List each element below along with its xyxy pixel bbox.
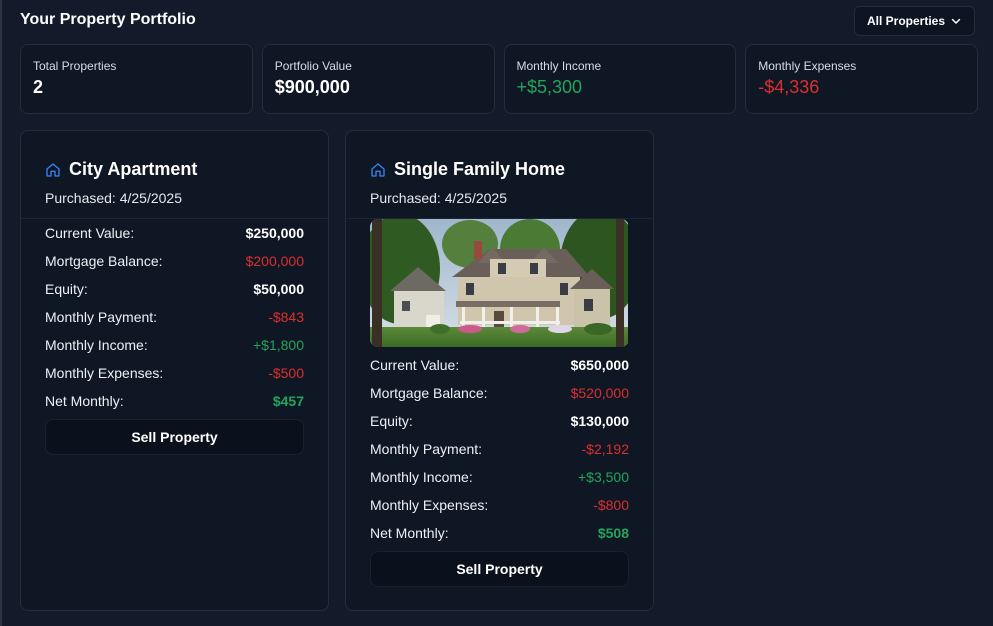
detail-value: -$843 (268, 309, 304, 325)
chevron-down-icon (951, 18, 961, 24)
stats-row: Total Properties 2 Portfolio Value $900,… (20, 44, 978, 114)
stat-value: 2 (33, 77, 44, 97)
home-icon (371, 162, 385, 177)
stat-value: +$5,300 (516, 77, 583, 97)
detail-label: Monthly Expenses: (45, 365, 164, 381)
detail-row: Mortgage Balance: $520,000 (370, 379, 629, 407)
detail-label: Monthly Expenses: (370, 497, 489, 513)
detail-row: Current Value: $650,000 (370, 351, 629, 379)
detail-label: Current Value: (370, 357, 460, 373)
detail-value: $508 (597, 525, 629, 541)
stat-value: -$4,336 (758, 77, 820, 97)
detail-value: $130,000 (570, 413, 629, 429)
stat-card-monthly-expenses: Monthly Expenses -$4,336 (745, 44, 978, 114)
stat-value: $900,000 (274, 77, 350, 97)
detail-value: -$500 (268, 365, 304, 381)
house-image (370, 219, 629, 347)
detail-row: Equity: $50,000 (45, 275, 304, 303)
detail-label: Monthly Income: (45, 337, 148, 353)
property-card-city-apartment: City Apartment Purchased: 4/25/2025 Curr… (20, 130, 329, 611)
detail-value: $50,000 (253, 281, 304, 297)
home-icon (46, 162, 60, 177)
sell-property-button[interactable]: Sell Property (45, 419, 304, 455)
detail-label: Mortgage Balance: (370, 385, 488, 401)
detail-value: $200,000 (245, 253, 304, 269)
detail-value: $650,000 (570, 357, 629, 373)
stat-card-monthly-income: Monthly Income +$5,300 (503, 44, 737, 114)
property-details: Current Value: $250,000 Mortgage Balance:… (21, 219, 328, 415)
detail-row: Monthly Payment: -$2,192 (370, 435, 629, 463)
stat-label: Monthly Income (516, 59, 602, 73)
card-header: Single Family Home Purchased: 4/25/2025 (346, 131, 653, 219)
card-title: Single Family Home (370, 159, 629, 180)
detail-row: Monthly Payment: -$843 (45, 303, 304, 331)
property-name: City Apartment (69, 159, 198, 179)
detail-label: Equity: (45, 281, 88, 297)
detail-value: $457 (272, 393, 304, 409)
property-card-single-family-home: Single Family Home Purchased: 4/25/2025 (345, 130, 654, 611)
purchase-date: Purchased: 4/25/2025 (45, 190, 182, 206)
stat-label: Portfolio Value (274, 59, 352, 73)
purchase-date: Purchased: 4/25/2025 (370, 190, 507, 206)
app-frame: Your Property Portfolio All Properties T… (0, 0, 993, 626)
detail-label: Equity: (370, 413, 413, 429)
filter-label: All Properties (867, 14, 946, 28)
stat-label: Total Properties (33, 59, 117, 73)
page-title: Your Property Portfolio (20, 11, 196, 28)
detail-row: Current Value: $250,000 (45, 219, 304, 247)
detail-value: $520,000 (570, 385, 629, 401)
detail-row: Net Monthly: $457 (45, 387, 304, 415)
stat-card-total-properties: Total Properties 2 (20, 44, 253, 114)
detail-label: Current Value: (45, 225, 135, 241)
detail-label: Net Monthly: (370, 525, 449, 541)
stat-card-portfolio-value: Portfolio Value $900,000 (261, 44, 495, 114)
card-title: City Apartment (45, 159, 304, 180)
property-photo (370, 219, 629, 347)
detail-row: Net Monthly: $508 (370, 519, 629, 547)
detail-value: -$2,192 (581, 441, 629, 457)
page-header: Your Property Portfolio All Properties (20, 0, 975, 40)
detail-value: $250,000 (245, 225, 304, 241)
detail-label: Mortgage Balance: (45, 253, 163, 269)
detail-row: Mortgage Balance: $200,000 (45, 247, 304, 275)
property-filter-select[interactable]: All Properties (854, 6, 975, 36)
stat-label: Monthly Expenses (758, 59, 857, 73)
detail-value: +$1,800 (253, 337, 304, 353)
detail-label: Net Monthly: (45, 393, 124, 409)
detail-row: Equity: $130,000 (370, 407, 629, 435)
sell-property-button[interactable]: Sell Property (370, 551, 629, 587)
card-header: City Apartment Purchased: 4/25/2025 (21, 131, 328, 219)
detail-value: -$800 (593, 497, 629, 513)
detail-row: Monthly Expenses: -$500 (45, 359, 304, 387)
detail-row: Monthly Income: +$3,500 (370, 463, 629, 491)
property-name: Single Family Home (394, 159, 566, 179)
detail-row: Monthly Income: +$1,800 (45, 331, 304, 359)
detail-label: Monthly Payment: (370, 441, 483, 457)
detail-row: Monthly Expenses: -$800 (370, 491, 629, 519)
detail-value: +$3,500 (578, 469, 629, 485)
property-details: Current Value: $650,000 Mortgage Balance:… (346, 351, 653, 547)
detail-label: Monthly Payment: (45, 309, 158, 325)
detail-label: Monthly Income: (370, 469, 473, 485)
